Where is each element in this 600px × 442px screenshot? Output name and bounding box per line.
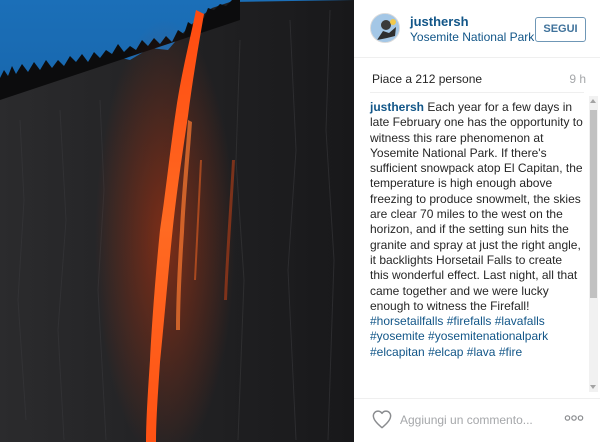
likes-row: Piace a 212 persone 9 h [370, 72, 586, 88]
more-options-icon[interactable] [564, 413, 584, 423]
heart-outline-icon[interactable] [371, 409, 393, 429]
comment-input[interactable] [400, 411, 550, 429]
caption-hashtags: #horsetailfalls #firefalls #lavafalls #y… [370, 314, 548, 359]
hashtag-link[interactable]: #yosemite [370, 329, 425, 343]
hashtag-link[interactable]: #lava [467, 345, 496, 359]
caption-text: Each year for a few days in late Februar… [370, 100, 583, 313]
hashtag-link[interactable]: #elcap [428, 345, 463, 359]
header-location[interactable]: Yosemite National Park [410, 30, 534, 44]
post-caption: justhersh Each year for a few days in la… [370, 100, 584, 360]
hashtag-link[interactable]: #firefalls [447, 314, 492, 328]
post-footer [354, 398, 600, 442]
hashtag-link[interactable]: #horsetailfalls [370, 314, 443, 328]
hashtag-link[interactable]: #lavafalls [495, 314, 545, 328]
follow-button[interactable]: SEGUI [535, 17, 586, 42]
caption-username[interactable]: justhersh [370, 100, 424, 114]
post-photo[interactable] [0, 0, 354, 442]
scroll-up-icon[interactable] [590, 99, 596, 103]
likes-count[interactable]: Piace a 212 persone [372, 72, 482, 86]
avatar-icon [371, 14, 399, 42]
scroll-down-icon[interactable] [590, 385, 596, 389]
hashtag-link[interactable]: #yosemitenationalpark [428, 329, 548, 343]
post-header: justhersh Yosemite National Park SEGUI [354, 0, 600, 58]
hashtag-link[interactable]: #elcapitan [370, 345, 425, 359]
header-username[interactable]: justhersh [410, 14, 469, 29]
divider [370, 92, 584, 93]
horsetail-firefall-photo [0, 0, 354, 442]
scrollbar-thumb[interactable] [590, 110, 597, 298]
user-avatar[interactable] [370, 13, 400, 43]
post-details-panel: justhersh Yosemite National Park SEGUI P… [354, 0, 600, 442]
caption-scrollbar[interactable] [589, 96, 598, 392]
hashtag-link[interactable]: #fire [499, 345, 522, 359]
post-timestamp[interactable]: 9 h [569, 72, 586, 86]
